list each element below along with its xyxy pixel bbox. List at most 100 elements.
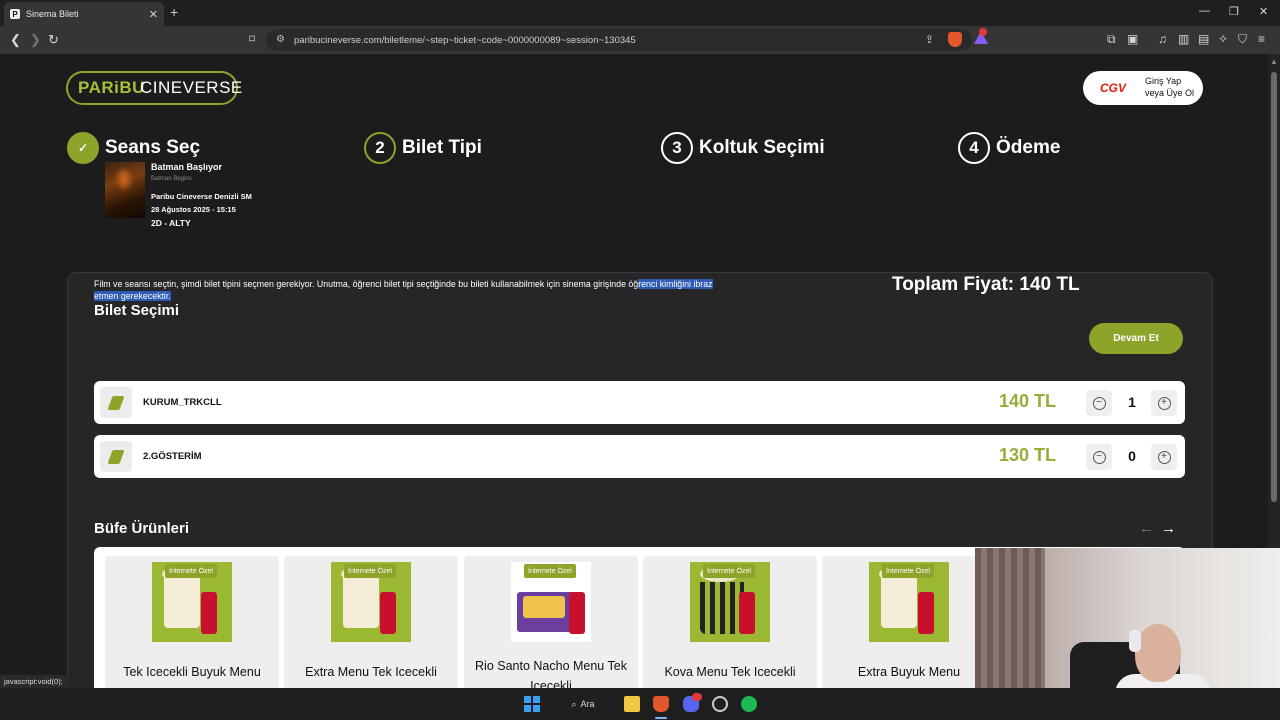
webcam-headset: [1129, 630, 1141, 652]
brave-shields-icon[interactable]: [948, 32, 962, 47]
ticket-icon: [100, 441, 132, 472]
extensions-icon[interactable]: ⧉: [1107, 32, 1116, 47]
login-label: Giriş Yap veya Üye Ol: [1145, 75, 1194, 99]
browser-toolbar: ❮ ❯ ↻ ⌑ ⚙ paribucineverse.com/biletleme/…: [0, 26, 1280, 54]
signup-link[interactable]: veya Üye Ol: [1145, 87, 1194, 99]
session-datetime: 28 Ağustos 2025 - 15:15: [151, 205, 236, 214]
plus-icon: +: [1157, 396, 1171, 410]
minus-icon: −: [1092, 450, 1106, 464]
step-label: Bilet Tipi: [402, 137, 482, 158]
rewards-badge: [979, 28, 987, 36]
step-number: 4: [958, 132, 990, 164]
back-icon[interactable]: ❮: [10, 32, 21, 48]
step-ticket-type: 2 Bilet Tipi: [364, 132, 482, 164]
browser-tab[interactable]: P Sinema Bileti ✕: [4, 2, 164, 26]
notice-text: Film ve seansı seçtin, şimdi bilet tipin…: [94, 279, 639, 289]
online-badge: İnternete Özel: [165, 564, 217, 578]
windows-start-icon[interactable]: [524, 696, 540, 712]
total-price: Toplam Fiyat: 140 TL: [892, 274, 1080, 296]
wallet-icon[interactable]: ▤: [1198, 32, 1209, 46]
continue-button[interactable]: Devam Et: [1089, 323, 1183, 354]
online-badge: İnternete Özel: [344, 564, 396, 578]
site-settings-icon[interactable]: ⚙: [276, 34, 285, 45]
step-label: Ödeme: [996, 137, 1061, 158]
restore-icon[interactable]: ❐: [1229, 5, 1239, 18]
increase-quantity-button[interactable]: +: [1151, 444, 1177, 470]
ticket-name: KURUM_TRKCLL: [143, 397, 222, 408]
cinema-name: Paribu Cineverse Denizli SM: [151, 192, 252, 201]
login-link[interactable]: Giriş Yap: [1145, 75, 1194, 87]
reload-icon[interactable]: ↻: [48, 32, 59, 48]
total-value: 140 TL: [1019, 274, 1080, 295]
buffet-title: Büfe Ürünleri: [94, 520, 190, 537]
browser-tab-bar: P Sinema Bileti ✕ + — ❐ ✕: [0, 0, 1280, 26]
search-label: Ara: [580, 699, 595, 709]
webcam-person-head: [1135, 624, 1181, 682]
ticket-icon: [100, 387, 132, 418]
product-card[interactable]: İnternete Özel Rio Santo Nacho Menu Tek …: [464, 556, 638, 706]
vpn-icon[interactable]: ⛉: [1238, 32, 1247, 47]
taskbar-search[interactable]: ⌕ Ara: [558, 695, 608, 713]
address-bar[interactable]: ⚙ paribucineverse.com/biletleme/~step~ti…: [266, 29, 972, 51]
discord-notification-badge: [692, 693, 702, 701]
carousel-next-icon[interactable]: →: [1161, 520, 1176, 537]
search-icon: ⌕: [571, 698, 577, 709]
increase-quantity-button[interactable]: +: [1151, 390, 1177, 416]
check-icon: ✓: [67, 132, 99, 164]
step-number: 3: [661, 132, 693, 164]
ticket-notice: Film ve seansı seçtin, şimdi bilet tipin…: [94, 278, 734, 302]
movie-format: 2D - ALTY: [151, 218, 191, 228]
steam-icon[interactable]: [712, 696, 728, 712]
status-bar-url: javascript:void(0);: [0, 675, 68, 688]
decrease-quantity-button[interactable]: −: [1086, 444, 1112, 470]
screenshot-icon[interactable]: ▣: [1127, 32, 1138, 46]
ticket-price: 130 TL: [999, 445, 1057, 465]
product-name: Tek Icecekli Buyuk Menu: [123, 665, 261, 679]
scroll-up-icon[interactable]: ▲: [1270, 57, 1278, 66]
tab-title: Sinema Bileti: [26, 9, 79, 19]
ticket-row: 2.GÖSTERİM 130 TL − 0 +: [94, 435, 1185, 478]
close-window-icon[interactable]: ✕: [1259, 5, 1268, 18]
poster-art: [118, 170, 130, 188]
ticket-selection-title: Bilet Seçimi: [94, 302, 180, 319]
step-payment: 4 Ödeme: [958, 132, 1060, 164]
plus-icon: +: [1157, 450, 1171, 464]
media-icon[interactable]: ♫: [1158, 32, 1167, 46]
step-label: Koltuk Seçimi: [699, 137, 825, 158]
online-badge: İnternete Özel: [882, 564, 934, 578]
file-explorer-icon[interactable]: [624, 696, 640, 712]
product-name: Extra Buyuk Menu: [857, 665, 961, 679]
cgv-logo: CGV: [1100, 81, 1127, 95]
leo-ai-icon[interactable]: ✧: [1218, 32, 1228, 46]
spotify-icon[interactable]: [741, 696, 757, 712]
minus-icon: −: [1092, 396, 1106, 410]
taskbar: ⌕ Ara: [0, 688, 1280, 720]
step-number: 2: [364, 132, 396, 164]
active-app-indicator: [655, 717, 667, 719]
ticket-price: 140 TL: [999, 391, 1057, 411]
product-name: Extra Menu Tek Icecekli: [305, 665, 437, 679]
logo-cineverse-text: CINEVERSE: [140, 78, 243, 97]
address-url: paribucineverse.com/biletleme/~step~tick…: [294, 34, 636, 46]
product-card[interactable]: İnternete Özel Extra Menu Tek Icecekli: [284, 556, 458, 706]
carousel-prev-icon[interactable]: ←: [1139, 520, 1154, 537]
brave-browser-icon[interactable]: [653, 696, 669, 712]
minimize-icon[interactable]: —: [1199, 5, 1210, 17]
new-tab-icon[interactable]: +: [170, 4, 178, 20]
step-label: Seans Seç: [105, 137, 201, 158]
scrollbar-thumb[interactable]: [1271, 72, 1277, 502]
sidebar-icon[interactable]: ▥: [1178, 32, 1189, 46]
product-card[interactable]: İnternete Özel Tek Icecekli Buyuk Menu: [105, 556, 279, 706]
product-card[interactable]: İnternete Özel Kova Menu Tek Icecekli: [643, 556, 817, 706]
step-session[interactable]: ✓ Seans Seç: [67, 132, 200, 164]
decrease-quantity-button[interactable]: −: [1086, 390, 1112, 416]
ticket-quantity: 1: [1128, 394, 1136, 410]
product-card[interactable]: İnternete Özel Extra Buyuk Menu: [822, 556, 996, 706]
share-icon[interactable]: ⇪: [925, 33, 934, 46]
menu-icon[interactable]: ≡: [1258, 32, 1265, 46]
ticket-name: 2.GÖSTERİM: [143, 451, 202, 462]
forward-icon[interactable]: ❯: [30, 32, 41, 48]
close-tab-icon[interactable]: ✕: [149, 8, 158, 21]
bookmark-icon[interactable]: ⌑: [249, 32, 255, 46]
total-label: Toplam Fiyat:: [892, 274, 1015, 295]
